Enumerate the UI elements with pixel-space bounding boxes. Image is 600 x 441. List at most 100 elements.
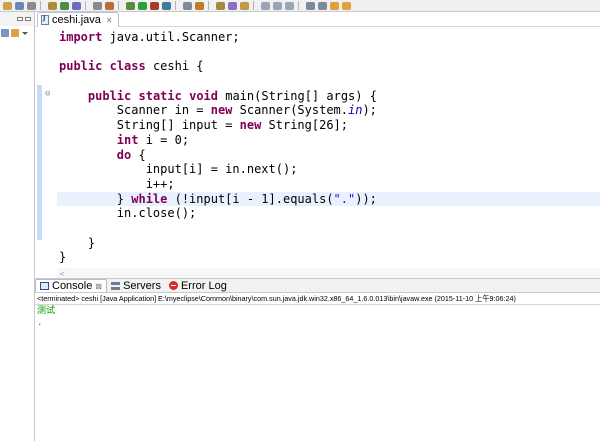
code-token: java.util.Scanner; xyxy=(102,30,240,44)
string-token: "." xyxy=(333,191,356,206)
package-icon[interactable] xyxy=(48,1,57,10)
code-line[interactable] xyxy=(57,221,600,236)
fold-range-indicator xyxy=(37,85,42,240)
toolbar-separator xyxy=(253,1,254,10)
code-token: } xyxy=(59,250,67,265)
code-token: ); xyxy=(362,103,377,118)
refactor-icon[interactable] xyxy=(105,1,114,10)
deploy-icon[interactable] xyxy=(195,1,204,10)
collapse-all-icon[interactable] xyxy=(1,29,9,37)
tab-console[interactable]: Console ⊠ xyxy=(35,279,108,292)
tab-error-log[interactable]: Error Log xyxy=(165,279,231,292)
package-explorer-panel xyxy=(0,12,35,441)
print-icon[interactable] xyxy=(27,1,36,10)
tab-label: Servers xyxy=(123,279,161,292)
new-icon[interactable] xyxy=(3,1,12,10)
code-token: ceshi { xyxy=(145,59,204,74)
code-line[interactable] xyxy=(57,74,600,89)
code-line[interactable] xyxy=(57,45,600,60)
interface-icon[interactable] xyxy=(72,1,81,10)
code-token: main(String[] args) { xyxy=(218,88,377,103)
close-icon[interactable]: ✕ xyxy=(106,16,113,25)
code-line[interactable]: Scanner in = new Scanner(System.in); xyxy=(57,103,600,118)
run-icon[interactable] xyxy=(138,1,147,10)
horizontal-scrollbar[interactable]: < xyxy=(57,268,600,278)
tab-label: Console xyxy=(52,280,93,292)
code-token: } xyxy=(59,235,96,250)
close-icon[interactable]: ⊠ xyxy=(95,282,102,291)
open-task-icon[interactable] xyxy=(228,1,237,10)
tab-ceshi-java[interactable]: ceshi.java ✕ xyxy=(37,12,119,27)
code-token: String[26]; xyxy=(261,118,349,133)
code-line[interactable]: import java.util.Scanner; xyxy=(57,30,600,45)
coverage-icon[interactable] xyxy=(162,1,171,10)
external-tools-icon[interactable] xyxy=(150,1,159,10)
keyword-token: new xyxy=(239,118,262,133)
keyword-token: new xyxy=(210,103,233,118)
code-token: { xyxy=(131,147,146,162)
scroll-left-icon[interactable]: < xyxy=(59,270,65,278)
code-lines[interactable]: import java.util.Scanner; public class c… xyxy=(57,30,600,265)
code-token: in.close(); xyxy=(59,206,197,221)
back-icon[interactable] xyxy=(330,1,339,10)
toolbar-separator xyxy=(298,1,299,10)
keyword-token: int xyxy=(116,132,139,147)
main-toolbar xyxy=(0,0,600,12)
link-with-editor-icon[interactable] xyxy=(11,29,19,37)
search-icon[interactable] xyxy=(93,1,102,10)
keyword-token: static xyxy=(138,88,182,103)
servers-icon xyxy=(111,281,121,290)
fold-collapse-icon[interactable]: ⊖ xyxy=(45,89,50,99)
code-line[interactable]: public class ceshi { xyxy=(57,59,600,74)
console-tab-bar: Console ⊠ Servers Error Log xyxy=(35,278,600,293)
code-line[interactable]: } xyxy=(57,236,600,251)
code-line[interactable]: String[] input = new String[26]; xyxy=(57,118,600,133)
maximize-icon[interactable] xyxy=(25,17,31,21)
tab-servers[interactable]: Servers xyxy=(107,279,165,292)
console-process-description: <terminated> ceshi [Java Application] E:… xyxy=(35,293,600,305)
save-icon[interactable] xyxy=(15,1,24,10)
code-line[interactable]: in.close(); xyxy=(57,206,600,221)
code-line[interactable]: public static void main(String[] args) { xyxy=(57,89,600,104)
toolbar-separator xyxy=(175,1,176,10)
keyword-token: void xyxy=(189,88,218,103)
block-icon[interactable] xyxy=(273,1,282,10)
minimize-icon[interactable] xyxy=(17,17,23,21)
code-editor[interactable]: ⊖ import java.util.Scanner; public class… xyxy=(35,27,600,278)
code-line[interactable]: int i = 0; xyxy=(57,133,600,148)
tab-label: ceshi.java xyxy=(52,14,101,26)
code-token: String[] input = xyxy=(59,118,240,133)
code-line[interactable]: do { xyxy=(57,148,600,163)
code-token: (!input[i - 1].equals( xyxy=(167,191,334,206)
class-icon[interactable] xyxy=(60,1,69,10)
code-token: Scanner(System. xyxy=(232,103,348,118)
code-token: input[i] = in.next(); xyxy=(59,162,298,177)
view-menu-icon[interactable] xyxy=(22,31,28,35)
toolbar-separator xyxy=(40,1,41,10)
code-line[interactable]: input[i] = in.next(); xyxy=(57,162,600,177)
open-type-icon[interactable] xyxy=(216,1,225,10)
nav-next-icon[interactable] xyxy=(306,1,315,10)
field-token: in xyxy=(348,103,363,118)
keyword-token: public xyxy=(87,88,132,103)
code-line[interactable]: } while (!input[i - 1].equals(".")); xyxy=(57,191,600,207)
forward-icon[interactable] xyxy=(342,1,351,10)
nav-prev-icon[interactable] xyxy=(318,1,327,10)
pen-icon[interactable] xyxy=(240,1,249,10)
code-line[interactable]: } xyxy=(57,250,600,265)
keyword-token: do xyxy=(116,147,132,162)
console-output[interactable]: 测试 . xyxy=(35,305,600,441)
debug-icon[interactable] xyxy=(126,1,135,10)
tab-label: Error Log xyxy=(180,279,227,292)
console-output-line: 测试 xyxy=(37,306,56,316)
toggle-icon[interactable] xyxy=(261,1,270,10)
keyword-token: class xyxy=(109,59,146,74)
mark-icon[interactable] xyxy=(285,1,294,10)
server-icon[interactable] xyxy=(183,1,192,10)
code-token: } xyxy=(59,191,132,206)
code-line[interactable]: i++; xyxy=(57,177,600,192)
